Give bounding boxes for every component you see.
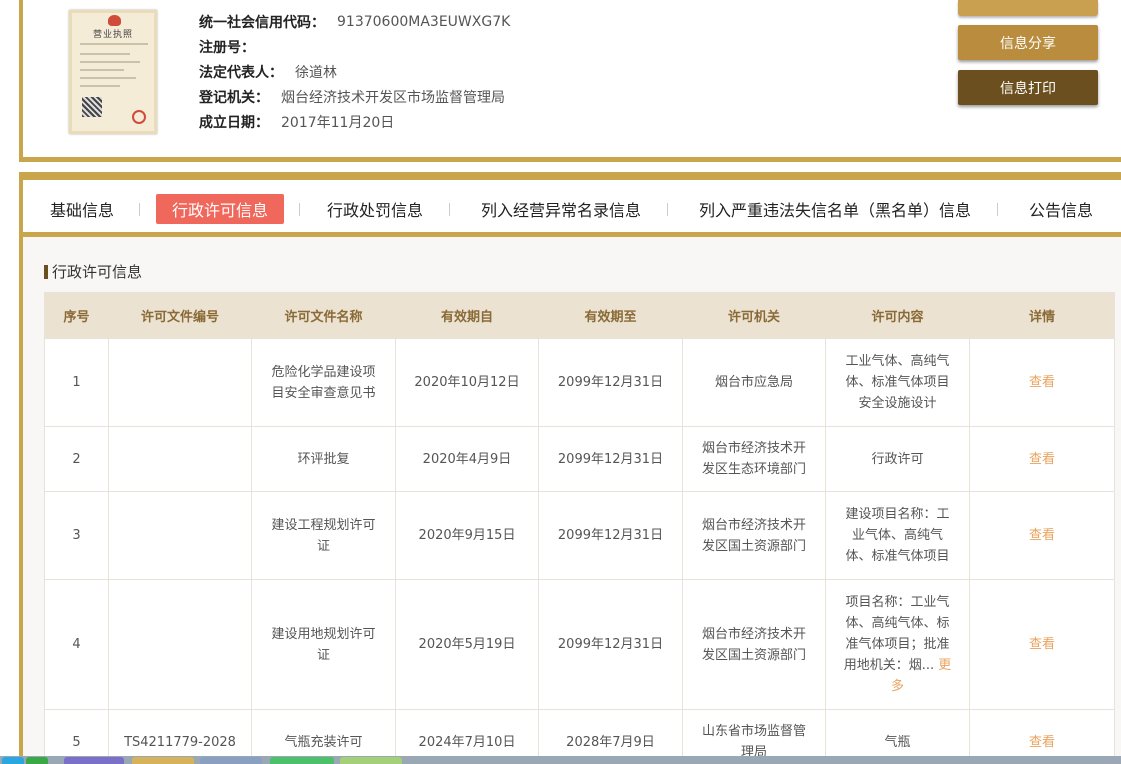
header-valid-from: 有效期自 — [395, 292, 539, 339]
field-legal-representative: 法定代表人： 徐道林 — [199, 64, 337, 81]
field-registration-number: 注册号： — [199, 39, 255, 56]
tab-separator — [449, 203, 450, 216]
qr-code-icon — [82, 97, 102, 117]
view-detail-link[interactable]: 查看 — [969, 426, 1115, 492]
license-text-line — [80, 85, 120, 87]
license-text-line — [80, 43, 148, 45]
tab-blacklist[interactable]: 列入严重违法失信名单（黑名单）信息 — [699, 194, 971, 224]
tab-separator — [667, 203, 668, 216]
license-text-line — [80, 77, 136, 79]
taskbar-app-icon[interactable] — [270, 757, 334, 764]
table-row: 3 建设工程规划许可证 2020年9月15日 2099年12月31日 烟台市经济… — [44, 491, 1115, 580]
national-emblem-icon — [108, 15, 121, 26]
view-detail-link[interactable]: 查看 — [969, 338, 1115, 427]
view-detail-link[interactable]: 查看 — [969, 579, 1115, 710]
share-info-button[interactable]: 信息分享 — [958, 25, 1098, 60]
license-text-line — [80, 61, 140, 63]
business-license-image[interactable]: 营业执照 — [69, 10, 157, 134]
section-marker — [44, 264, 48, 279]
taskbar-app-icon[interactable] — [132, 757, 194, 764]
tab-separator — [299, 203, 300, 216]
table-row: 1 危险化学品建设项目安全审查意见书 2020年10月12日 2099年12月3… — [44, 338, 1115, 427]
tab-announcements[interactable]: 公告信息 — [1029, 194, 1093, 224]
taskbar-app-icon[interactable] — [26, 757, 48, 764]
tab-separator — [997, 203, 998, 216]
license-text-line — [80, 53, 130, 55]
taskbar-app-icon[interactable] — [200, 757, 262, 764]
header-content: 许可内容 — [825, 292, 970, 339]
license-table: 序号 许可文件编号 许可文件名称 有效期自 有效期至 许可机关 许可内容 详情 … — [44, 292, 1115, 764]
os-taskbar — [0, 756, 1121, 764]
taskbar-app-icon[interactable] — [64, 757, 124, 764]
view-detail-link[interactable]: 查看 — [969, 491, 1115, 580]
page: 营业执照 统一社会信用代码： 91370600MA3EUWXG7K 注册号： 法… — [0, 0, 1121, 764]
field-registration-authority: 登记机关： 烟台经济技术开发区市场监督管理局 — [199, 89, 505, 106]
table-row: 2 环评批复 2020年4月9日 2099年12月31日 烟台市经济技术开发区生… — [44, 426, 1115, 492]
header-authority: 许可机关 — [682, 292, 826, 339]
header-doc-no: 许可文件编号 — [108, 292, 252, 339]
tab-separator — [139, 203, 140, 216]
tab-admin-penalty[interactable]: 行政处罚信息 — [327, 194, 423, 224]
company-info-card: 营业执照 统一社会信用代码： 91370600MA3EUWXG7K 注册号： 法… — [19, 0, 1121, 162]
license-image-title: 营业执照 — [92, 30, 133, 40]
section-title: 行政许可信息 — [44, 261, 142, 282]
table-row: 4 建设用地规划许可证 2020年5月19日 2099年12月31日 烟台市经济… — [44, 579, 1115, 710]
tab-abnormal-operations[interactable]: 列入经营异常名录信息 — [481, 194, 641, 224]
info-tabs: 基础信息 行政许可信息 行政处罚信息 列入经营异常名录信息 列入严重违法失信名单… — [23, 180, 1121, 237]
header-no: 序号 — [44, 292, 109, 339]
company-fields: 统一社会信用代码： 91370600MA3EUWXG7K 注册号： 法定代表人：… — [199, 9, 510, 134]
info-panel: 基础信息 行政许可信息 行政处罚信息 列入经营异常名录信息 列入严重违法失信名单… — [19, 172, 1121, 764]
field-establishment-date: 成立日期： 2017年11月20日 — [199, 114, 395, 131]
field-credit-code: 统一社会信用代码： 91370600MA3EUWXG7K — [199, 13, 511, 31]
table-header-row: 序号 许可文件编号 许可文件名称 有效期自 有效期至 许可机关 许可内容 详情 — [44, 292, 1115, 339]
taskbar-app-icon[interactable] — [2, 757, 24, 764]
hidden-top-button[interactable] — [958, 0, 1098, 16]
official-seal-icon — [132, 110, 146, 124]
header-valid-to: 有效期至 — [538, 292, 683, 339]
header-doc-name: 许可文件名称 — [251, 292, 396, 339]
tab-basic-info[interactable]: 基础信息 — [50, 194, 114, 224]
license-text-line — [80, 69, 124, 71]
taskbar-app-icon[interactable] — [340, 757, 402, 764]
header-detail: 详情 — [969, 292, 1115, 339]
print-info-button[interactable]: 信息打印 — [958, 70, 1098, 105]
tab-admin-license[interactable]: 行政许可信息 — [156, 194, 285, 224]
